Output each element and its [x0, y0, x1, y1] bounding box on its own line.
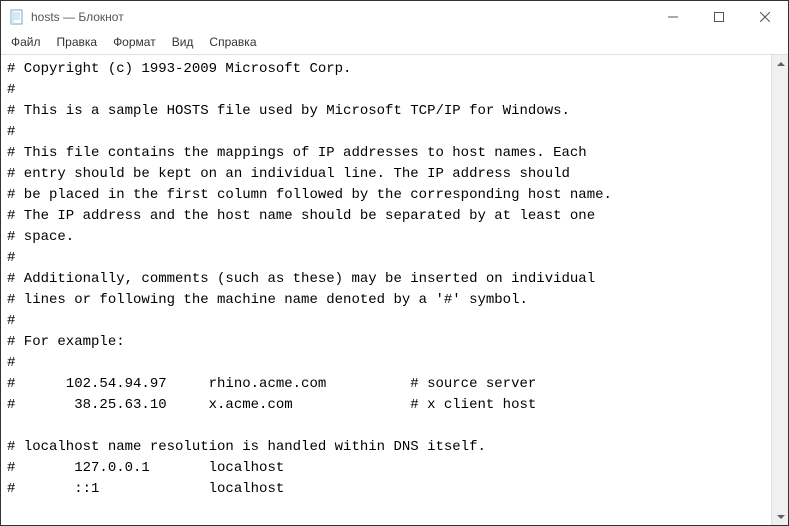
menu-view[interactable]: Вид — [164, 33, 202, 54]
menu-format[interactable]: Формат — [105, 33, 164, 54]
minimize-button[interactable] — [650, 1, 696, 33]
scroll-down-arrow[interactable] — [772, 508, 789, 525]
menu-file[interactable]: Файл — [3, 33, 49, 54]
text-editor[interactable]: # Copyright (c) 1993-2009 Microsoft Corp… — [1, 55, 771, 525]
vertical-scrollbar[interactable] — [771, 55, 788, 525]
content-wrapper: # Copyright (c) 1993-2009 Microsoft Corp… — [1, 55, 788, 525]
menu-help[interactable]: Справка — [201, 33, 264, 54]
window-controls — [650, 1, 788, 33]
window-title: hosts — Блокнот — [31, 10, 650, 24]
menubar: Файл Правка Формат Вид Справка — [1, 33, 788, 55]
maximize-button[interactable] — [696, 1, 742, 33]
scroll-up-arrow[interactable] — [772, 55, 789, 72]
close-button[interactable] — [742, 1, 788, 33]
menu-edit[interactable]: Правка — [49, 33, 106, 54]
notepad-icon — [9, 9, 25, 25]
titlebar: hosts — Блокнот — [1, 1, 788, 33]
